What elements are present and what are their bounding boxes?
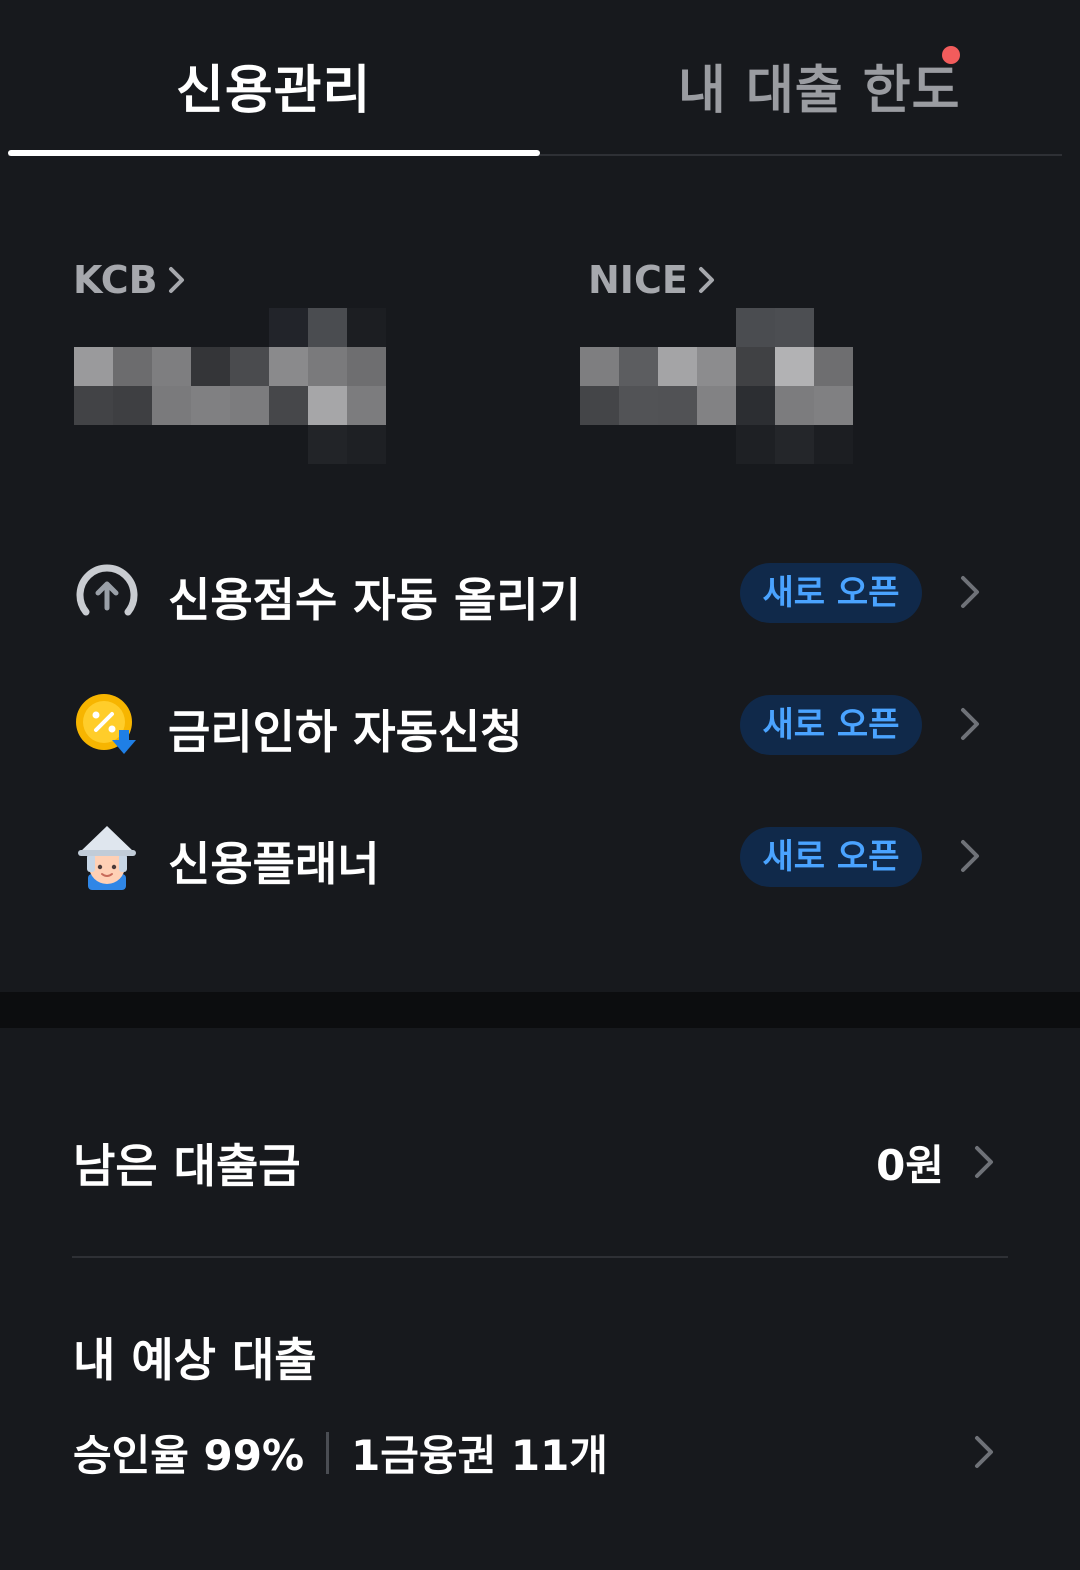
- remaining-loan-label: 남은 대출금: [73, 1139, 301, 1193]
- menu-item-label: 금리인하 자동신청: [168, 705, 523, 759]
- menu-item-label: 신용점수 자동 올리기: [168, 573, 581, 627]
- chevron-right-icon: [961, 708, 979, 740]
- chevron-right-icon[interactable]: [970, 1432, 998, 1472]
- rate-down-coin-icon: [76, 694, 136, 754]
- notification-dot: [942, 46, 960, 64]
- chevron-right-icon: [961, 840, 979, 872]
- planner-character-icon: [78, 826, 136, 890]
- score-up-gauge-icon: [76, 564, 138, 616]
- section-divider: [0, 992, 1080, 1028]
- new-open-badge: 새로 오픈: [740, 695, 922, 755]
- nice-label: NICE: [588, 258, 688, 302]
- nice-score-link[interactable]: NICE: [588, 258, 718, 302]
- chevron-right-icon: [698, 267, 714, 293]
- tab-loan-limit[interactable]: 내 대출 한도: [678, 48, 960, 123]
- kcb-score-link[interactable]: KCB: [73, 258, 188, 302]
- kcb-score-censored: [74, 308, 386, 464]
- nice-score-censored: [580, 308, 853, 464]
- top-tab-bar: 신용관리 내 대출 한도: [0, 0, 1080, 158]
- menu-item-credit-planner[interactable]: 신용플래너 새로 오픈: [0, 804, 1080, 904]
- new-open-badge: 새로 오픈: [740, 563, 922, 623]
- approval-rate: 승인율 99%: [73, 1431, 305, 1480]
- new-open-badge: 새로 오픈: [740, 827, 922, 887]
- tab-credit-management[interactable]: 신용관리: [176, 48, 371, 123]
- menu-item-score-up[interactable]: 신용점수 자동 올리기 새로 오픈: [0, 540, 1080, 640]
- chevron-right-icon: [168, 267, 184, 293]
- menu-item-label: 신용플래너: [168, 837, 380, 891]
- kcb-label: KCB: [73, 258, 158, 302]
- menu-item-rate-cut[interactable]: 금리인하 자동신청 새로 오픈: [0, 672, 1080, 772]
- remaining-loan-value: 0원: [876, 1141, 944, 1190]
- remaining-loan-row[interactable]: 남은 대출금 0원: [0, 1120, 1080, 1200]
- chevron-right-icon: [961, 576, 979, 608]
- chevron-right-icon: [975, 1146, 993, 1178]
- institution-count: 1금융권 11개: [351, 1431, 608, 1480]
- row-divider: [72, 1256, 1008, 1258]
- expected-loan-title: 내 예상 대출: [73, 1333, 317, 1387]
- expected-loan-summary[interactable]: 승인율 99% 1금융권 11개: [73, 1422, 608, 1483]
- vertical-separator: [326, 1431, 330, 1474]
- active-tab-indicator: [8, 150, 540, 156]
